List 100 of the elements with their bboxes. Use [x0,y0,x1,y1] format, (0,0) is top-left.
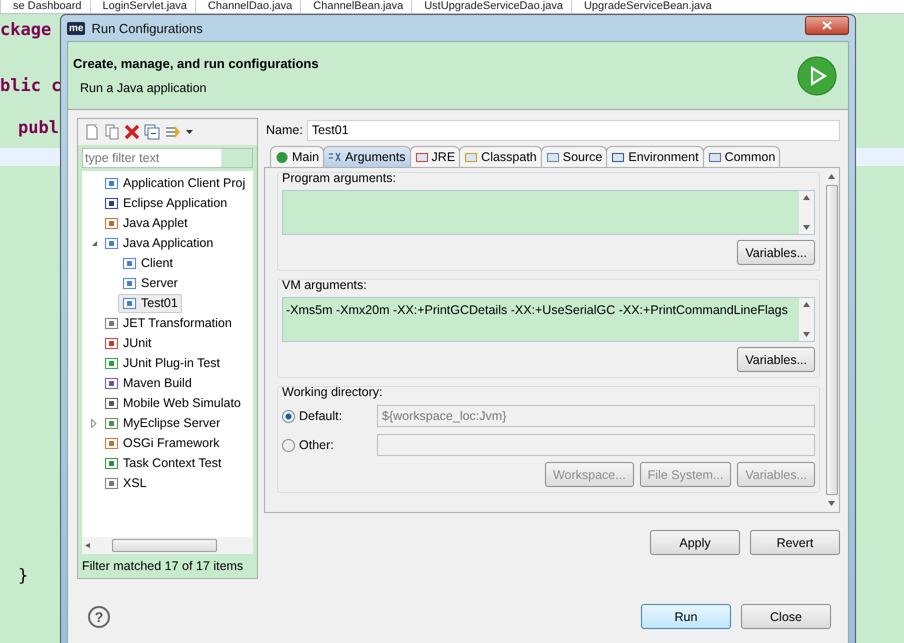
configuration-type-icon [104,176,119,190]
scroll-up-icon [828,174,835,179]
scroll-down-icon [803,332,810,337]
configuration-type-icon [104,436,119,450]
collapse-all-icon[interactable] [144,124,160,140]
dialog-button[interactable]: Close [741,604,831,629]
close-icon [822,20,832,30]
configuration-type-icon [104,216,119,230]
editor-tab[interactable]: LoginServlet.java [90,0,195,13]
tab-icon [414,150,429,164]
radio-button[interactable] [282,410,295,422]
scroll-up-icon [803,302,810,307]
editor-tab[interactable]: se Dashboard [0,0,90,13]
action-button[interactable]: Revert [750,530,840,555]
editor-tab[interactable]: UstUpgradeServiceDao.java [411,0,571,13]
tab[interactable]: Classpath [459,146,542,167]
editor-tab[interactable]: ChannelBean.java [300,0,412,13]
tree-item[interactable]: Eclipse Application [123,196,228,210]
directory-field[interactable] [377,434,815,456]
configuration-type-icon [104,476,119,490]
configuration-type-icon [104,396,119,410]
tree-item[interactable]: JUnit Plug-in Test [123,356,220,370]
run-icon [796,54,838,96]
group-label: VM arguments: [282,278,368,292]
delete-icon[interactable] [124,124,140,140]
tab-icon [708,150,722,164]
editor-tab[interactable]: UpgradeServiceBean.java [570,0,720,13]
variables-button[interactable]: Variables... [737,240,815,265]
tab-icon [611,150,626,164]
configuration-type-icon [122,256,137,270]
tab[interactable]: Environment [606,146,704,167]
configuration-type-icon [104,416,119,430]
configuration-type-icon [104,196,119,210]
tree-item[interactable]: Java Applet [123,216,188,230]
configuration-type-icon [104,456,119,470]
filter-icon[interactable] [164,124,182,140]
tab[interactable]: Common [702,146,780,167]
action-button[interactable]: Apply [650,530,740,555]
program-arguments-field[interactable] [282,190,815,235]
variables-button[interactable]: Variables... [737,347,815,372]
tab-icon [328,150,342,164]
copy-icon[interactable] [104,124,120,140]
tab-icon [546,150,560,164]
radio-label: Other: [299,438,334,452]
expand-arrow-icon[interactable] [91,418,97,428]
code-text: } [17,566,28,586]
scroll-left-icon [85,543,92,548]
code-text: ckage [0,20,52,40]
name-label: Name: [266,123,303,137]
horizontal-scrollbar[interactable] [82,537,253,554]
tree-item[interactable]: Application Client Proj [123,176,246,190]
configuration-type-icon [104,376,119,390]
name-field[interactable]: Test01 [306,120,840,140]
code-text: publ [17,118,59,138]
dialog-button[interactable]: Run [641,604,731,629]
scroll-down-icon [828,501,835,506]
header-title: Create, manage, and run configurations [73,56,320,71]
tab[interactable]: Source [540,146,608,167]
tree-item[interactable]: MyEclipse Server [123,416,220,430]
tree-item[interactable]: Java Application [123,236,214,250]
collapse-arrow-icon[interactable] [90,240,98,246]
tree-item[interactable]: OSGi Framework [123,436,220,450]
app-badge: me [67,22,86,34]
configuration-type-icon [122,296,137,310]
scroll-up-icon [803,195,810,200]
tree-item[interactable]: Client [118,254,177,272]
header-subtitle: Run a Java application [79,81,208,95]
filter-status: Filter matched 17 of 17 items [81,558,244,575]
dropdown-caret-icon[interactable] [186,130,193,134]
tree-item[interactable]: Maven Build [123,376,192,390]
tree-item[interactable]: Task Context Test [123,456,222,470]
tab-icon [464,150,478,164]
configuration-type-icon [104,316,119,330]
configuration-type-icon [122,276,137,290]
group-label: Program arguments: [282,171,397,185]
radio-button[interactable] [282,438,295,452]
editor-tab[interactable]: ChannelDao.java [194,0,300,13]
radio-label: Default: [299,409,342,423]
vm-arguments-field[interactable]: -Xms5m -Xmx20m -XX:+PrintGCDetails -XX:+UseSerialGC -XX:+PrintCommandLineFlags [282,297,815,342]
tree-item[interactable]: XSL [123,476,147,490]
tab[interactable]: Main [270,146,324,167]
tree-item[interactable]: JUnit [123,336,152,350]
scroll-down-icon [803,225,810,230]
close-button[interactable] [805,16,849,34]
tree-item[interactable]: JET Transformation [123,316,232,330]
group-label: Working directory: [282,385,384,399]
directory-field[interactable]: ${workspace_loc:Jvm} [377,405,815,427]
tree-item[interactable]: Mobile Web Simulato [123,396,241,410]
new-file-icon[interactable] [84,124,100,140]
code-text: blic c [0,76,62,96]
tab-icon [275,150,289,164]
tree-item[interactable]: Test01 [118,294,182,312]
tree-item[interactable]: Server [118,274,182,292]
filter-field[interactable]: type filter text [82,148,253,168]
help-icon[interactable]: ? [88,606,110,628]
window-title: Run Configurations [91,20,204,36]
configuration-type-icon [104,236,119,250]
tab[interactable]: JRE [410,146,460,167]
configuration-type-icon [104,336,119,350]
tab[interactable]: Arguments [323,146,411,167]
